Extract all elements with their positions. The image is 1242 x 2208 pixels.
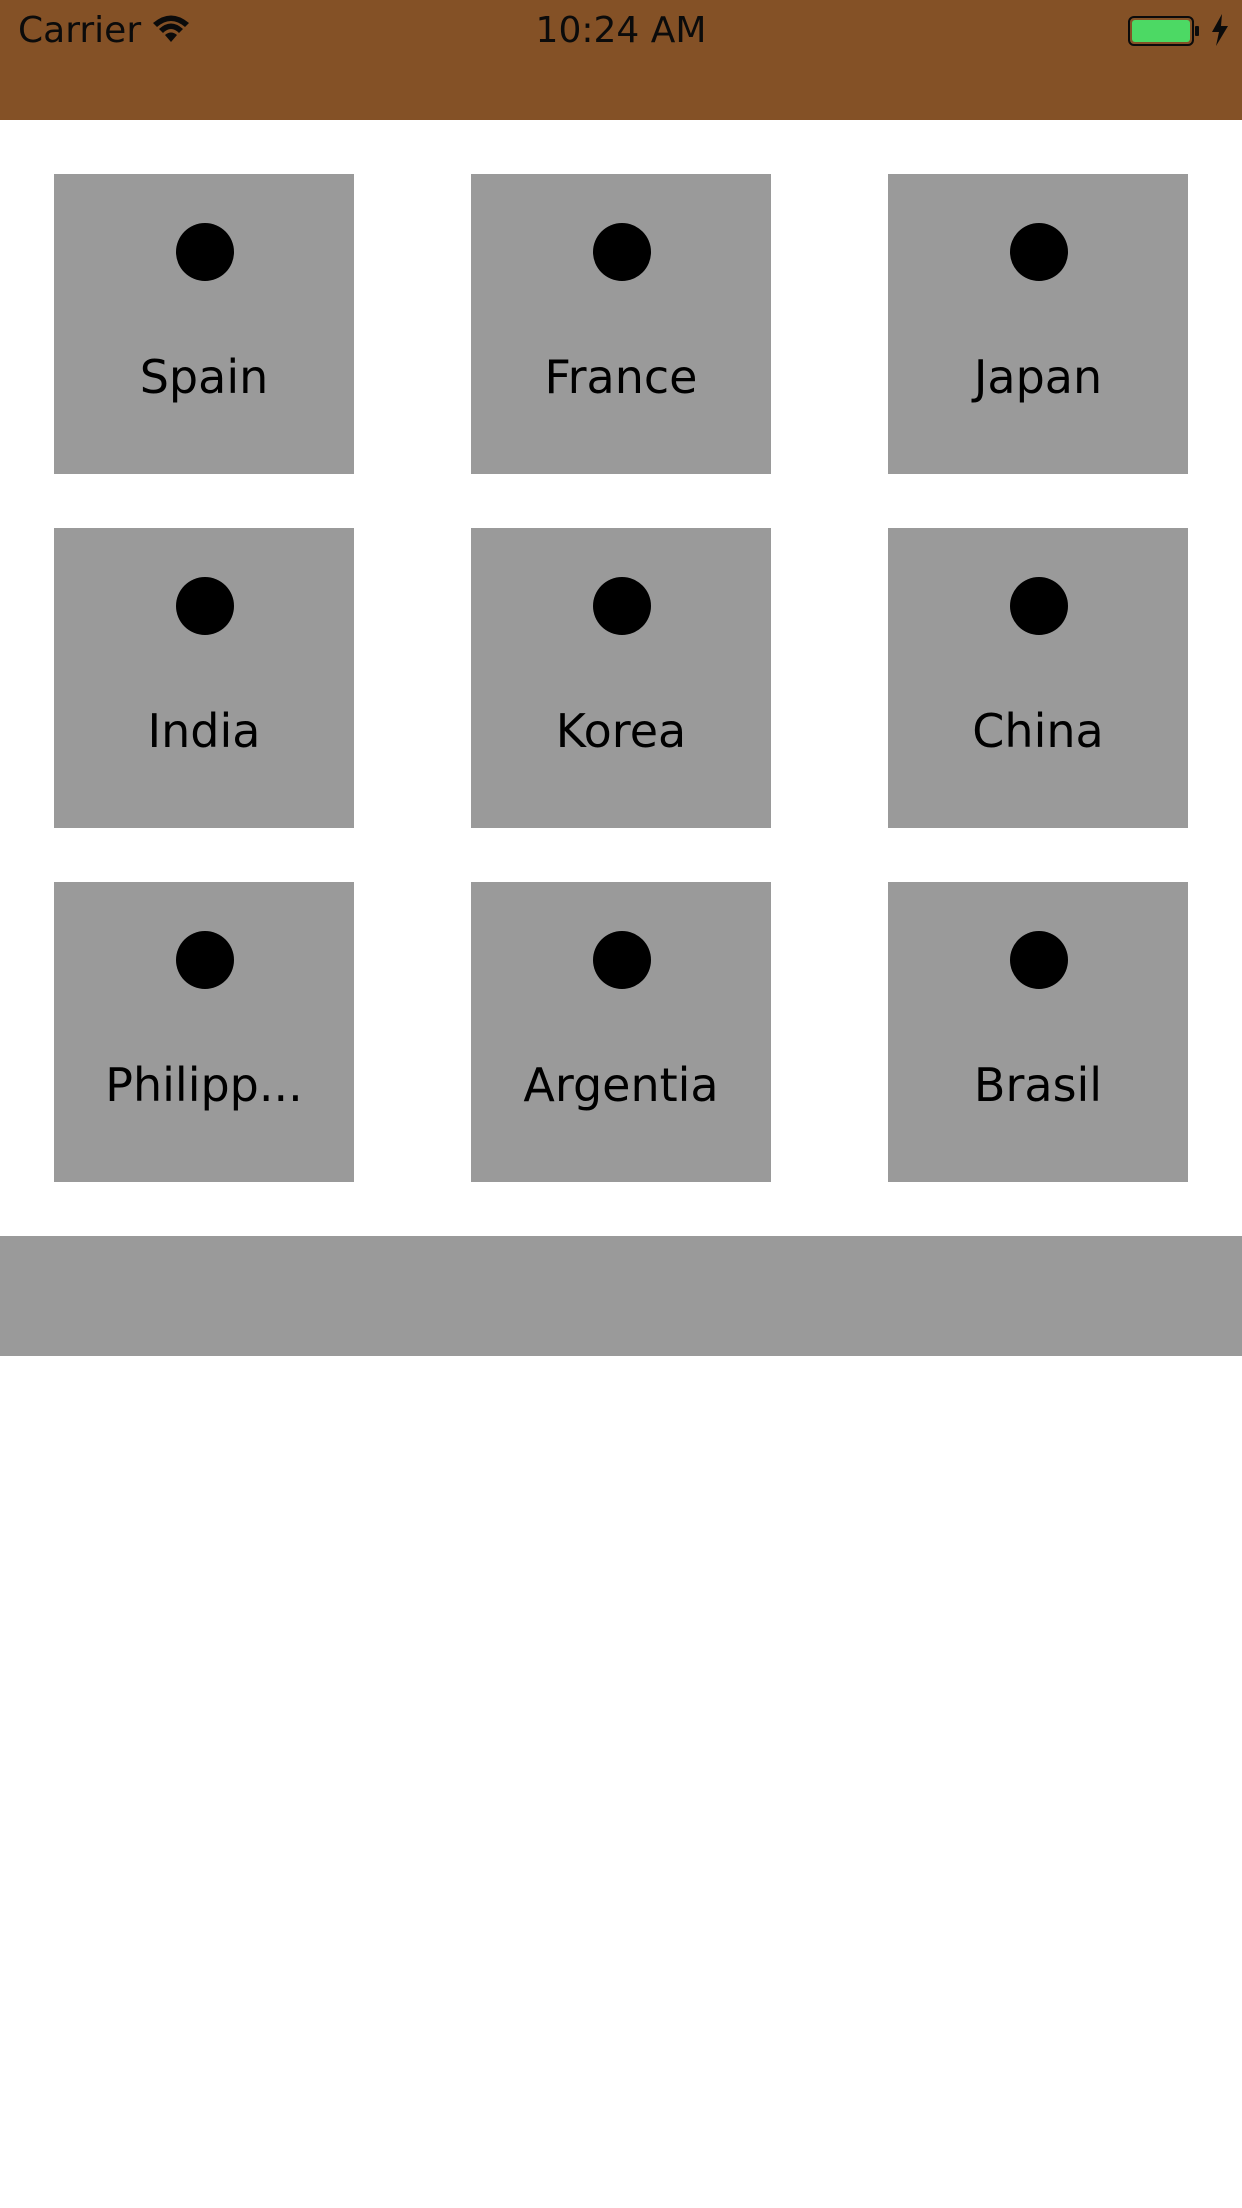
country-label: Brasil	[973, 1058, 1103, 1112]
dot-icon	[1010, 931, 1068, 989]
country-tile-brasil[interactable]: Brasil	[888, 882, 1188, 1182]
dot-icon	[593, 577, 651, 635]
bottom-bar	[0, 1236, 1242, 1356]
country-label: Japan	[973, 350, 1103, 404]
country-tile-philippines[interactable]: Philipp...	[54, 882, 354, 1182]
country-tile-spain[interactable]: Spain	[54, 174, 354, 474]
dot-icon	[1010, 223, 1068, 281]
country-tile-france[interactable]: France	[471, 174, 771, 474]
country-label: Philipp...	[105, 1058, 303, 1112]
country-tile-china[interactable]: China	[888, 528, 1188, 828]
country-label: India	[147, 704, 261, 758]
dot-icon	[176, 577, 234, 635]
battery-icon	[1128, 16, 1199, 46]
country-tile-argentina[interactable]: Argentia	[471, 882, 771, 1182]
country-tile-korea[interactable]: Korea	[471, 528, 771, 828]
dot-icon	[593, 223, 651, 281]
status-bar: Carrier 10:24 AM	[0, 0, 1242, 120]
country-label: China	[972, 704, 1104, 758]
country-label: Korea	[555, 704, 687, 758]
charging-bolt-icon	[1212, 14, 1228, 46]
country-label: Argentia	[523, 1058, 719, 1112]
country-label: Spain	[139, 350, 269, 404]
clock: 10:24 AM	[535, 10, 707, 51]
country-tile-india[interactable]: India	[54, 528, 354, 828]
dot-icon	[176, 223, 234, 281]
dot-icon	[1010, 577, 1068, 635]
dot-icon	[593, 931, 651, 989]
dot-icon	[176, 931, 234, 989]
country-tile-japan[interactable]: Japan	[888, 174, 1188, 474]
country-label: France	[544, 350, 698, 404]
